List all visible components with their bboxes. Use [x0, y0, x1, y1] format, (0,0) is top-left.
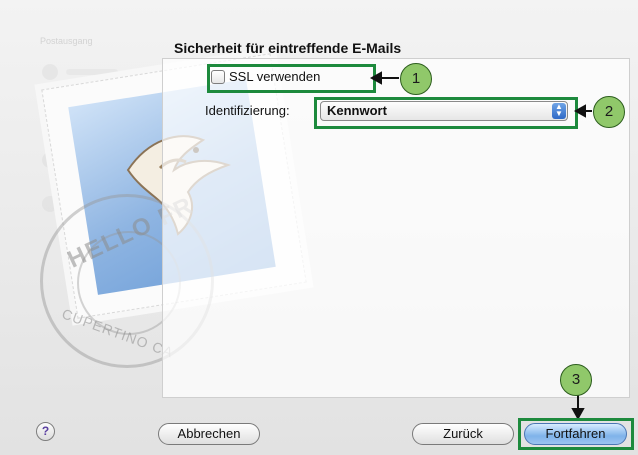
callout-number-1: 1	[400, 63, 432, 95]
callout-number-2: 2	[593, 96, 625, 128]
cancel-button[interactable]: Abbrechen	[158, 423, 260, 445]
callout-arrows	[369, 71, 592, 421]
back-button[interactable]: Zurück	[412, 423, 514, 445]
callout-number-3: 3	[560, 364, 592, 396]
help-button[interactable]: ?	[36, 422, 55, 441]
callout-frame-continue	[518, 418, 634, 450]
